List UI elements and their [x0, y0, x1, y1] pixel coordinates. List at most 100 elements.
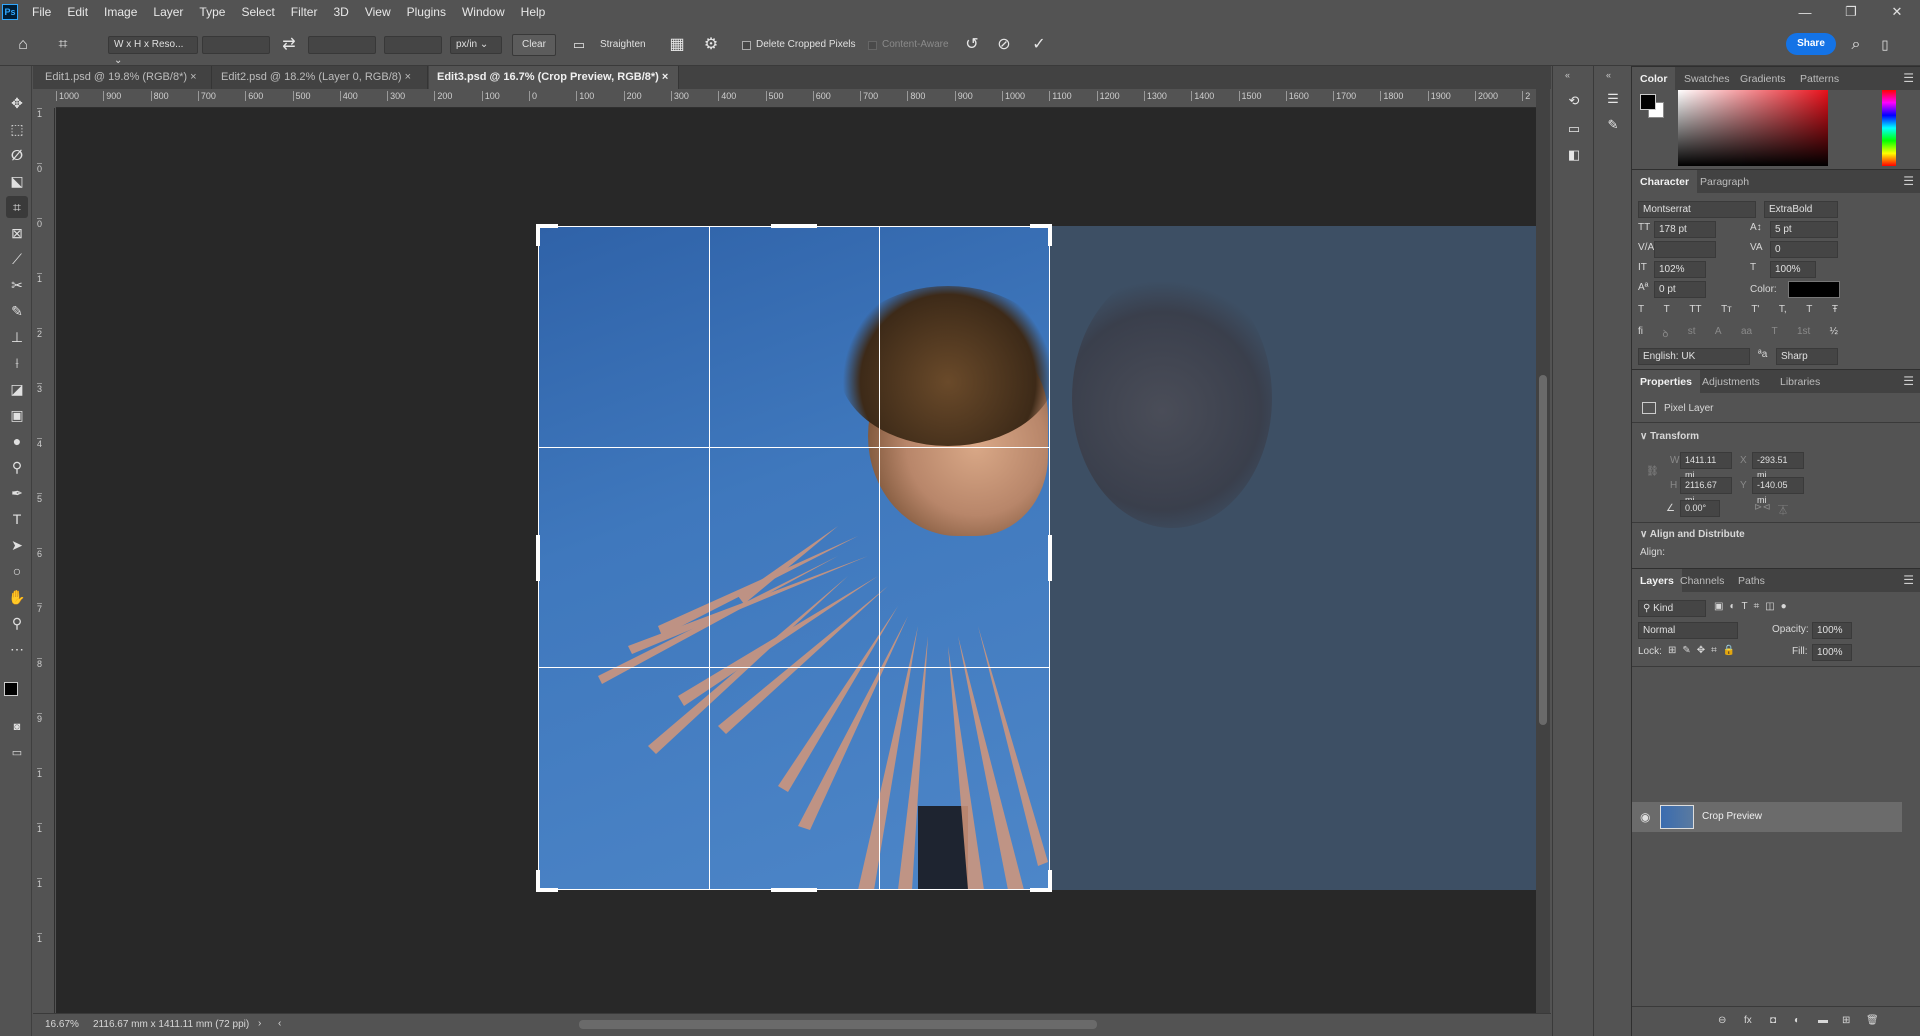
- crop-handle-left[interactable]: [536, 535, 540, 581]
- crop-handle-top-left[interactable]: [536, 224, 540, 246]
- lasso-tool-icon[interactable]: ⵁ: [6, 144, 28, 166]
- width-input[interactable]: [202, 36, 270, 54]
- vertical-scrollbar[interactable]: [1536, 89, 1550, 1013]
- zoom-tool-icon[interactable]: ⚲: [6, 612, 28, 634]
- baseline-input[interactable]: 0 pt: [1654, 281, 1706, 298]
- trash-icon[interactable]: 🗑: [1866, 1015, 1879, 1026]
- old-style-button[interactable]: ꝺ: [1662, 326, 1668, 342]
- language-select[interactable]: English: UK: [1638, 348, 1750, 365]
- fx-icon[interactable]: fx: [1744, 1015, 1752, 1026]
- eraser-tool-icon[interactable]: ◪: [6, 378, 28, 400]
- crop-handle-bottom-left[interactable]: [536, 870, 540, 892]
- menu-file[interactable]: File: [24, 0, 59, 24]
- crop-handle-bottom[interactable]: [771, 888, 817, 892]
- swap-dimensions-icon[interactable]: ⇄: [278, 36, 300, 54]
- resolution-input[interactable]: [384, 36, 442, 54]
- straighten-icon[interactable]: ▭: [568, 36, 590, 54]
- stamp-tool-icon[interactable]: ⊥: [6, 326, 28, 348]
- horizontal-scale-input[interactable]: 100%: [1770, 261, 1816, 278]
- blend-mode-select[interactable]: Normal: [1638, 622, 1738, 639]
- crop-tool-preset-icon[interactable]: ⌗: [52, 36, 74, 54]
- menu-window[interactable]: Window: [454, 0, 513, 24]
- titling-button[interactable]: aa: [1741, 326, 1752, 342]
- color-field[interactable]: [1678, 90, 1828, 166]
- collapse-icon[interactable]: «: [1565, 70, 1570, 80]
- folder-icon[interactable]: ▬: [1818, 1015, 1828, 1026]
- move-tool-icon[interactable]: ✥: [6, 92, 28, 114]
- ratio-select[interactable]: W x H x Reso... ⌄: [108, 36, 198, 66]
- font-size-input[interactable]: 178 pt: [1654, 221, 1716, 238]
- minimize-button[interactable]: —: [1782, 0, 1828, 24]
- collapse-icon[interactable]: «: [1606, 70, 1611, 80]
- home-icon[interactable]: ⌂: [12, 36, 34, 54]
- menu-3d[interactable]: 3D: [325, 0, 356, 24]
- plugins-panel-icon[interactable]: ◧: [1563, 146, 1585, 164]
- strikethrough-button[interactable]: Ŧ: [1832, 304, 1838, 320]
- contextual-button[interactable]: T: [1771, 326, 1777, 342]
- clear-button[interactable]: Clear: [512, 34, 556, 56]
- menu-filter[interactable]: Filter: [283, 0, 326, 24]
- fill-input[interactable]: 100%: [1812, 644, 1852, 661]
- straighten-button[interactable]: Straighten: [600, 36, 646, 54]
- tab-properties[interactable]: Properties: [1632, 370, 1700, 394]
- healing-tool-icon[interactable]: ✂: [6, 274, 28, 296]
- tab-edit2[interactable]: Edit2.psd @ 18.2% (Layer 0, RGB/8) ×: [213, 66, 428, 89]
- kerning-input[interactable]: [1654, 241, 1716, 258]
- tab-paragraph[interactable]: Paragraph: [1692, 170, 1757, 194]
- foreground-color-swatch[interactable]: [4, 682, 18, 696]
- panel-menu-icon[interactable]: ☰: [1903, 374, 1914, 388]
- new-layer-icon[interactable]: ⊞: [1842, 1015, 1850, 1026]
- commit-crop-icon[interactable]: ✓: [1028, 36, 1050, 54]
- history-brush-icon[interactable]: ⟊: [6, 352, 28, 374]
- link-icon[interactable]: ⊖: [1718, 1015, 1726, 1026]
- underline-button[interactable]: T: [1806, 304, 1812, 320]
- close-tab-icon[interactable]: ×: [405, 71, 411, 83]
- path-select-tool-icon[interactable]: ➤: [6, 534, 28, 556]
- settings-gear-icon[interactable]: ⚙: [700, 36, 722, 54]
- menu-layer[interactable]: Layer: [145, 0, 191, 24]
- font-family-select[interactable]: Montserrat: [1638, 201, 1756, 218]
- gradient-tool-icon[interactable]: ▣: [6, 404, 28, 426]
- transform-x-input[interactable]: -293.51 mi: [1752, 452, 1804, 480]
- panel-menu-icon[interactable]: ☰: [1903, 71, 1914, 85]
- units-select[interactable]: px/in ⌄: [450, 36, 502, 54]
- tab-channels[interactable]: Channels: [1672, 569, 1732, 593]
- height-input[interactable]: [308, 36, 376, 54]
- transform-width-input[interactable]: 1411.11 mi: [1680, 452, 1732, 480]
- menu-view[interactable]: View: [357, 0, 399, 24]
- panel-menu-icon[interactable]: ☰: [1903, 174, 1914, 188]
- canvas-area[interactable]: [56, 108, 1536, 1013]
- adjustments-icon[interactable]: ☰: [1602, 90, 1624, 108]
- layer-kind-filter[interactable]: ⚲ Kind: [1638, 600, 1706, 617]
- mask-icon[interactable]: ◘: [1770, 1015, 1776, 1026]
- more-tools-icon[interactable]: ⋯: [6, 638, 28, 660]
- blur-tool-icon[interactable]: ●: [6, 430, 28, 452]
- eyedropper-tool-icon[interactable]: ⟋: [6, 248, 28, 270]
- brush-settings-icon[interactable]: ✎: [1602, 116, 1624, 134]
- brush-tool-icon[interactable]: ✎: [6, 300, 28, 322]
- ligatures-button[interactable]: fi: [1638, 326, 1643, 342]
- screen-mode-icon[interactable]: ▭: [6, 742, 28, 764]
- chevron-right-icon[interactable]: ›: [258, 1018, 261, 1029]
- menu-image[interactable]: Image: [96, 0, 145, 24]
- foreground-color-swatch[interactable]: [1640, 94, 1656, 110]
- reset-icon[interactable]: ↺: [961, 36, 983, 54]
- marquee-tool-icon[interactable]: ⬚: [6, 118, 28, 140]
- stylistic-alt-button[interactable]: A: [1715, 326, 1722, 342]
- text-color-swatch[interactable]: [1788, 281, 1840, 298]
- crop-handle-top[interactable]: [771, 224, 817, 228]
- crop-handle-right[interactable]: [1048, 535, 1052, 581]
- crop-tool-icon[interactable]: ⌗: [6, 196, 28, 218]
- tab-color[interactable]: Color: [1632, 67, 1676, 91]
- close-tab-icon[interactable]: ×: [662, 71, 668, 83]
- tab-character[interactable]: Character: [1632, 170, 1698, 194]
- menu-help[interactable]: Help: [513, 0, 554, 24]
- opacity-input[interactable]: 100%: [1812, 622, 1852, 639]
- tab-paths[interactable]: Paths: [1730, 569, 1773, 593]
- dodge-tool-icon[interactable]: ⚲: [6, 456, 28, 478]
- flip-horizontal-icon[interactable]: ⊳⊲: [1754, 502, 1771, 513]
- menu-plugins[interactable]: Plugins: [399, 0, 454, 24]
- ellipse-tool-icon[interactable]: ○: [6, 560, 28, 582]
- eye-icon[interactable]: ◉: [1640, 810, 1650, 824]
- layer-filter-icons[interactable]: ▣◐T⌗◫●: [1714, 601, 1793, 612]
